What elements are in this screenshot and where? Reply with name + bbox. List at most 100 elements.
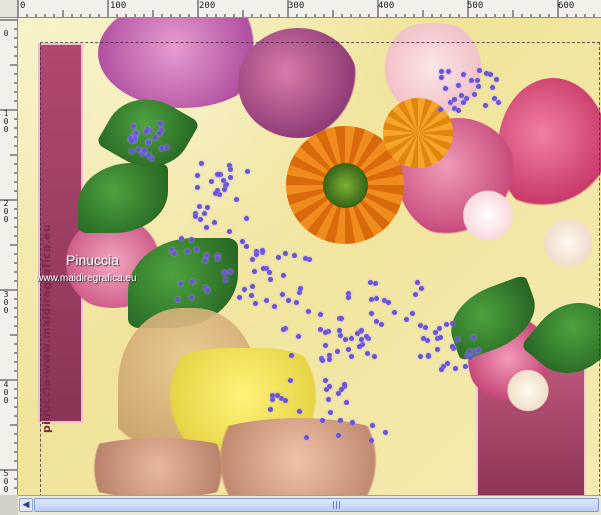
lavender-floret <box>156 130 162 136</box>
lavender-floret <box>198 217 204 223</box>
lavender-floret <box>325 396 331 402</box>
lavender-floret <box>446 68 452 74</box>
lavender-floret <box>336 390 342 396</box>
lavender-floret <box>432 330 438 336</box>
horizontal-scrollbar[interactable]: ◀ <box>18 495 601 515</box>
vruler-digit: 0 <box>3 396 9 405</box>
lavender-floret <box>345 347 351 353</box>
vruler-digit: 0 <box>3 125 9 134</box>
lavender-floret <box>335 349 341 355</box>
lavender-floret <box>482 102 488 108</box>
watermark-vertical: pinuccia-www.maidiregrafica.eu <box>40 224 53 433</box>
lavender-floret <box>236 295 242 301</box>
lavender-floret <box>152 135 158 141</box>
lavender-floret <box>365 350 371 356</box>
lavender-floret <box>461 99 466 105</box>
lavender-floret <box>294 300 300 306</box>
lavender-floret <box>495 99 501 105</box>
lavender-floret <box>222 276 228 282</box>
lavender-floret <box>168 246 174 252</box>
lavender-floret <box>463 364 469 370</box>
lavender-floret <box>369 423 375 429</box>
lavender-floret <box>178 235 184 241</box>
lavender-floret <box>267 277 273 283</box>
lavender-floret <box>348 353 354 359</box>
lavender-floret <box>337 332 343 338</box>
lavender-floret <box>320 357 326 363</box>
lavender-floret <box>282 397 288 403</box>
lavender-floret <box>244 216 250 222</box>
vruler-label-500: 500 <box>2 470 10 494</box>
ruler-label-100: 100 <box>110 1 127 11</box>
vruler-digit: 0 <box>3 485 9 494</box>
scroll-left-button[interactable]: ◀ <box>19 498 33 512</box>
lavender-floret <box>194 172 200 178</box>
ruler-label-600: 600 <box>558 1 575 11</box>
lavender-floret <box>163 144 169 150</box>
lavender-floret <box>296 334 301 340</box>
lavender-floret <box>269 392 275 398</box>
vruler-label-300: 300 <box>2 291 10 315</box>
lavender-floret <box>227 269 233 275</box>
vruler-label-400: 400 <box>2 381 10 405</box>
lavender-floret <box>476 83 482 89</box>
lavender-floret <box>306 309 312 315</box>
lavender-floret <box>288 352 294 358</box>
rosebud-cream <box>503 368 553 413</box>
horizontal-ruler: 0 100 200 300 400 500 600 <box>0 0 601 18</box>
lavender-floret <box>204 287 210 293</box>
lavender-floret <box>259 248 265 254</box>
lavender-floret <box>239 239 245 245</box>
lavender-floret <box>336 327 342 333</box>
lavender-floret <box>197 204 203 210</box>
lavender-floret <box>253 300 259 306</box>
lavender-floret <box>212 219 218 225</box>
lavender-floret <box>417 353 423 359</box>
ruler-label-300: 300 <box>288 1 305 11</box>
lavender-floret <box>192 213 198 219</box>
lavender-floret <box>379 322 385 328</box>
lavender-floret <box>244 243 250 249</box>
vruler-digit: 0 <box>3 215 9 224</box>
lavender-floret <box>434 347 440 353</box>
lavender-floret <box>303 434 309 440</box>
ruler-label-400: 400 <box>378 1 395 11</box>
lavender-floret <box>249 257 255 263</box>
lavender-floret <box>369 296 375 302</box>
ruler-label-0: 0 <box>20 1 26 11</box>
ruler-label-500: 500 <box>467 1 484 11</box>
lavender-floret <box>391 309 397 315</box>
lavender-floret <box>374 295 380 301</box>
vertical-ruler-ticks <box>0 19 17 489</box>
lavender-floret <box>466 348 472 354</box>
lavender-floret <box>357 344 363 350</box>
lavender-floret <box>444 322 450 328</box>
lavender-floret <box>327 357 333 363</box>
lavender-floret <box>214 255 220 261</box>
lavender-floret <box>414 280 420 286</box>
lavender-floret <box>410 310 416 316</box>
lavender-floret <box>327 409 333 415</box>
vruler-label-100: 100 <box>2 110 10 134</box>
lavender-floret <box>493 77 499 83</box>
lavender-floret <box>386 300 392 306</box>
lavender-floret <box>343 400 349 406</box>
scroll-thumb[interactable] <box>34 498 599 512</box>
image-canvas[interactable]: pinuccia-www.maidiregrafica.eu Pinuccia … <box>18 18 601 495</box>
lavender-floret <box>298 286 304 292</box>
rosebud-white-2 <box>538 218 598 268</box>
woman-legs-right <box>178 418 418 495</box>
lavender-floret <box>490 84 496 90</box>
lavender-floret <box>195 184 201 190</box>
lavender-floret <box>204 225 210 231</box>
lavender-floret <box>221 187 227 193</box>
lavender-floret <box>242 286 248 292</box>
lavender-floret <box>233 197 239 203</box>
lavender-floret <box>142 147 148 153</box>
vruler-label-200: 200 <box>2 200 10 224</box>
lavender-floret <box>228 167 234 173</box>
lavender-floret <box>209 179 215 184</box>
lavender-floret <box>338 316 344 322</box>
lavender-floret <box>458 93 464 99</box>
rosebud-white <box>458 188 518 243</box>
